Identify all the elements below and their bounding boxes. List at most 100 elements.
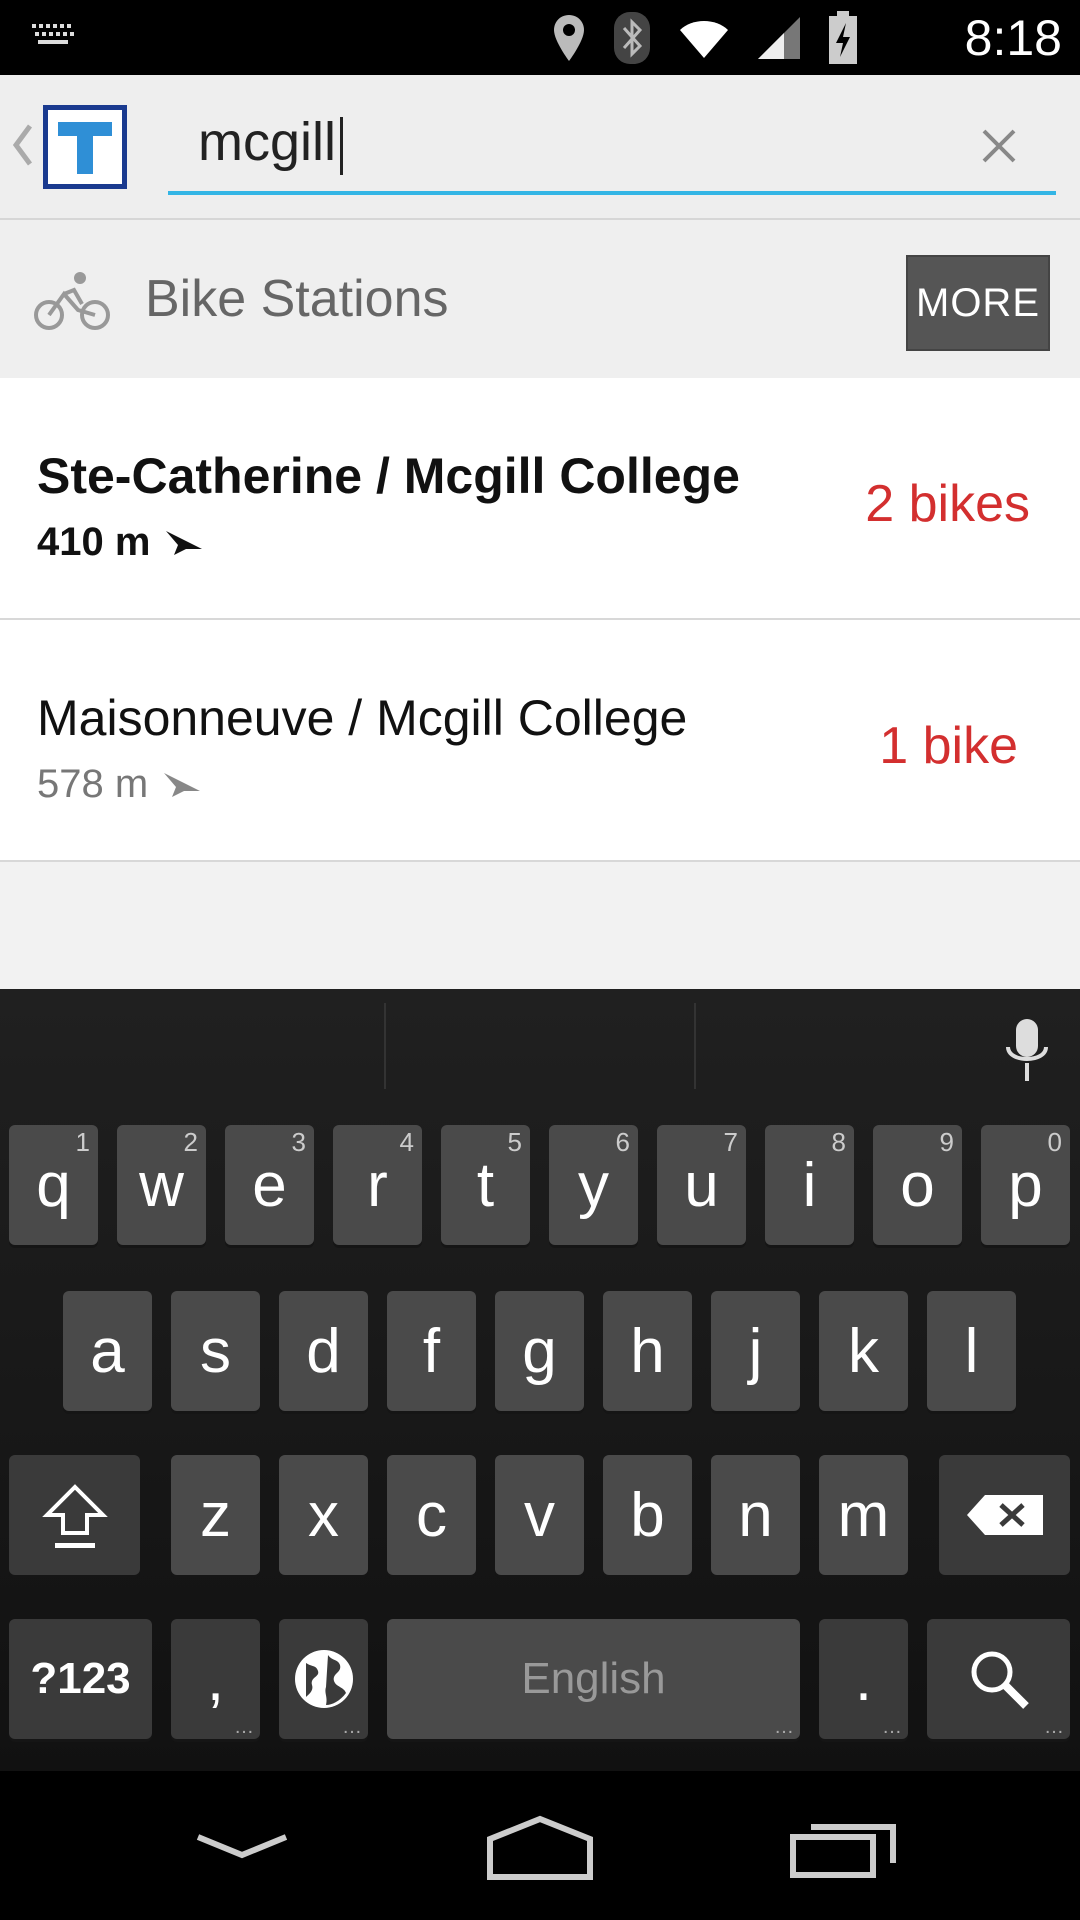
recent-apps-icon[interactable]: [785, 1811, 905, 1881]
key-label: o: [900, 1150, 935, 1220]
direction-arrow-icon: [166, 531, 203, 555]
key-o[interactable]: o9: [873, 1125, 962, 1245]
microphone-icon[interactable]: [1002, 1017, 1052, 1087]
key-f[interactable]: f: [387, 1291, 476, 1411]
key-label: w: [139, 1150, 184, 1220]
list-item[interactable]: Ste-Catherine / Mcgill College 410 m 2 b…: [0, 378, 1080, 620]
direction-arrow-icon: [164, 773, 201, 797]
key-u[interactable]: u7: [657, 1125, 746, 1245]
key-r[interactable]: r4: [333, 1125, 422, 1245]
station-name: Ste-Catherine / Mcgill College: [37, 448, 740, 504]
list-empty-area: [0, 862, 1080, 989]
key-label: i: [802, 1150, 817, 1220]
key-v[interactable]: v: [495, 1455, 584, 1575]
key-q[interactable]: q1: [9, 1125, 98, 1245]
key-a[interactable]: a: [63, 1291, 152, 1411]
search-box[interactable]: [168, 95, 1056, 195]
key-label: ,: [206, 1644, 225, 1714]
key-e[interactable]: e3: [225, 1125, 314, 1245]
key-d[interactable]: d: [279, 1291, 368, 1411]
location-pin-icon: [554, 15, 584, 61]
key-l[interactable]: l: [927, 1291, 1016, 1411]
status-icons: [552, 10, 858, 66]
section-header: Bike Stations MORE: [0, 220, 1080, 378]
status-clock: 8:18: [964, 10, 1062, 66]
key-z[interactable]: z: [171, 1455, 260, 1575]
up-navigation-icon[interactable]: [10, 120, 34, 170]
key-hint: 2: [183, 1127, 198, 1157]
station-distance-row: 578 m: [37, 760, 202, 808]
navigation-bar: [0, 1771, 1080, 1920]
key-p[interactable]: p0: [981, 1125, 1070, 1245]
key-x[interactable]: x: [279, 1455, 368, 1575]
hide-keyboard-icon[interactable]: [182, 1811, 302, 1881]
key-hint: 8: [831, 1127, 846, 1157]
space-key-label: English: [521, 1654, 666, 1703]
bluetooth-icon: [614, 12, 650, 64]
suggestion-divider: [384, 1003, 386, 1089]
key-hint: 3: [291, 1127, 306, 1157]
keyboard-icon: [32, 24, 74, 44]
key-hint: 6: [615, 1127, 630, 1157]
station-distance: 410 m: [37, 520, 151, 564]
key-label: q: [36, 1150, 71, 1220]
key-hint: 4: [399, 1127, 414, 1157]
bike-count: 1 bike: [879, 717, 1018, 775]
suggestion-strip[interactable]: [0, 989, 1080, 1099]
soft-keyboard: q1 w2 e3 r4 t5 y6 u7 i8 o9 p0 a s d f g …: [0, 989, 1080, 1771]
key-w[interactable]: w2: [117, 1125, 206, 1245]
search-input[interactable]: [198, 107, 958, 177]
language-key[interactable]: …: [279, 1619, 368, 1739]
station-distance-row: 410 m: [37, 518, 204, 566]
home-icon[interactable]: [480, 1811, 600, 1881]
key-n[interactable]: n: [711, 1455, 800, 1575]
key-y[interactable]: y6: [549, 1125, 638, 1245]
app-bar: [0, 75, 1080, 220]
key-b[interactable]: b: [603, 1455, 692, 1575]
globe-icon: [294, 1650, 353, 1708]
search-key[interactable]: …: [927, 1619, 1070, 1739]
key-label: .: [854, 1644, 873, 1714]
key-j[interactable]: j: [711, 1291, 800, 1411]
space-key[interactable]: English …: [387, 1619, 800, 1739]
symbols-key[interactable]: ?123: [9, 1619, 152, 1739]
key-label: u: [684, 1150, 719, 1220]
more-button[interactable]: MORE: [906, 255, 1050, 351]
comma-key[interactable]: ,…: [171, 1619, 260, 1739]
key-label: e: [252, 1150, 287, 1220]
text-cursor: [340, 117, 343, 175]
key-label: y: [578, 1150, 609, 1220]
key-label: t: [476, 1150, 495, 1220]
clear-search-icon[interactable]: [980, 127, 1018, 165]
key-m[interactable]: m: [819, 1455, 908, 1575]
battery-charging-icon: [829, 11, 857, 64]
key-label: p: [1008, 1150, 1043, 1220]
key-g[interactable]: g: [495, 1291, 584, 1411]
period-key[interactable]: .…: [819, 1619, 908, 1739]
results-list: Ste-Catherine / Mcgill College 410 m 2 b…: [0, 378, 1080, 862]
list-item[interactable]: Maisonneuve / Mcgill College 578 m 1 bik…: [0, 620, 1080, 862]
more-keys-dots: …: [342, 1716, 362, 1738]
key-k[interactable]: k: [819, 1291, 908, 1411]
key-hint: 0: [1047, 1127, 1062, 1157]
section-title: Bike Stations: [145, 270, 449, 328]
app-logo[interactable]: [43, 105, 127, 189]
more-keys-dots: …: [774, 1716, 794, 1738]
shift-icon: [41, 1484, 108, 1548]
status-bar: 8:18: [0, 0, 1080, 75]
station-distance: 578 m: [37, 762, 149, 806]
key-t[interactable]: t5: [441, 1125, 530, 1245]
logo-letter-icon: [58, 122, 112, 174]
key-hint: 9: [939, 1127, 954, 1157]
key-h[interactable]: h: [603, 1291, 692, 1411]
shift-key[interactable]: [9, 1455, 140, 1575]
key-s[interactable]: s: [171, 1291, 260, 1411]
more-keys-dots: …: [234, 1716, 254, 1738]
bike-icon: [34, 272, 110, 330]
key-i[interactable]: i8: [765, 1125, 854, 1245]
key-c[interactable]: c: [387, 1455, 476, 1575]
more-keys-dots: …: [1044, 1716, 1064, 1738]
backspace-icon: [966, 1495, 1043, 1535]
key-hint: 1: [75, 1127, 90, 1157]
backspace-key[interactable]: [939, 1455, 1070, 1575]
